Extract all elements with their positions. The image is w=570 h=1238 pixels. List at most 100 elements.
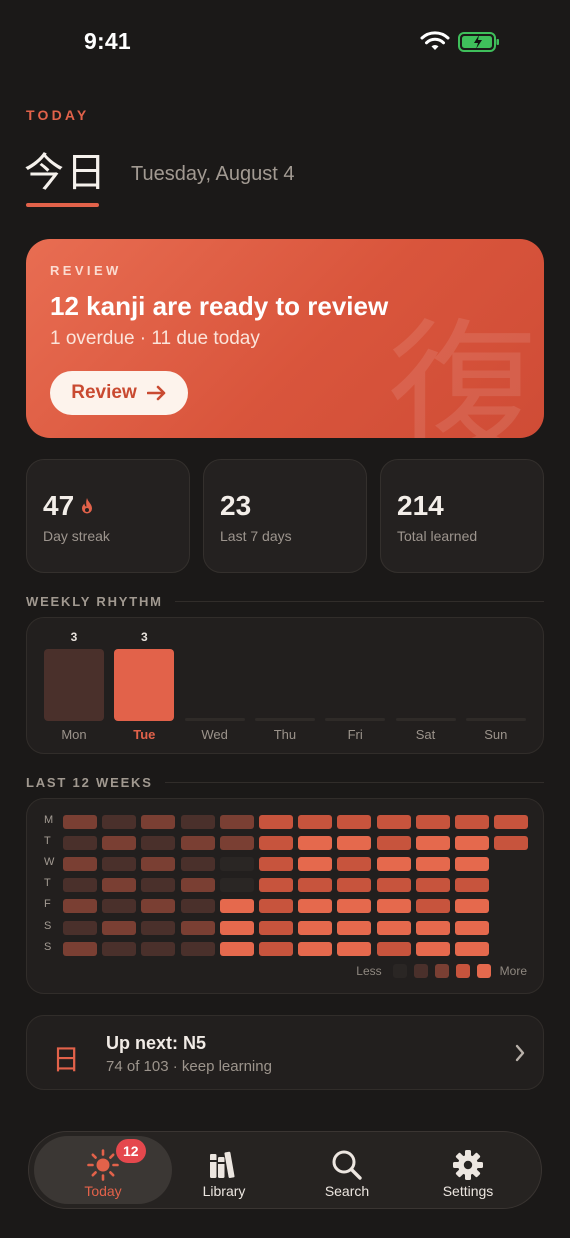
day-label: Sun [484,727,508,742]
day-bar [114,649,175,721]
heatmap-cell [337,857,372,872]
search-icon [332,1150,362,1180]
heatmap-cell [337,836,372,851]
legend-less-label: Less [356,964,382,978]
status-time: 9:41 [84,28,131,54]
heatmap-cell [141,941,176,956]
day-bar [44,649,104,721]
review-card-label: REVIEW [50,263,122,278]
tab-today[interactable]: 12 Today [34,1136,172,1204]
legend-swatch [455,964,470,978]
day-count: 3 [140,630,148,644]
heatmap-cell [102,836,137,851]
heatmap-cell [455,857,489,872]
stat-number: 23 [220,490,252,521]
stat-card-streak: 47 Day streak [26,459,190,573]
heatmap-cell [102,857,137,872]
heatmap-cell [180,836,215,851]
heatmap-cell [63,815,97,829]
heatmap-cell [102,920,137,935]
heatmap-cell [63,836,97,851]
heatmap-cell [455,836,489,851]
tab-label: Settings [442,1183,494,1199]
heatmap-row-label: W [44,856,55,869]
heatmap-cell [298,941,333,956]
heatmap-cell [376,857,411,872]
section-rule [174,601,544,602]
heatmap-cell [180,941,215,956]
heatmap-cell [219,878,254,893]
heatmap-cell [298,899,333,914]
heatmap-row-label: T [44,877,51,890]
heatmap-cell [180,899,215,914]
weekly-rhythm-heading: WEEKLY RHYTHM [26,594,544,609]
heatmap-cell [141,836,176,851]
review-button-label: Review [71,382,137,403]
heatmap-row-label: S [44,940,52,953]
section-heading-text: WEEKLY RHYTHM [26,594,163,609]
stat-label: Total learned [397,528,478,544]
heatmap-cell [63,857,97,872]
heatmap-cell [455,899,489,914]
section-rule [164,782,544,783]
heatmap-cell [219,899,254,914]
heatmap-cell [298,857,333,872]
day-bar-empty [325,718,386,721]
tab-search[interactable]: Search [278,1136,416,1204]
heatmap-cell [141,899,176,914]
heatmap-cell [298,836,333,851]
heatmap-cell [376,878,411,893]
day-column: Sun [465,618,526,755]
review-card[interactable]: 復 REVIEW 12 kanji are ready to review 1 … [26,239,544,438]
heatmap-cell [415,878,450,893]
day-column: 3 Mon [44,618,104,755]
stat-label: Day streak [43,528,110,544]
tab-library[interactable]: Library [155,1136,293,1204]
day-column: Fri [325,618,386,755]
review-button[interactable]: Review [50,371,188,415]
heatmap-cell [63,920,97,935]
heatmap-cell [337,920,372,935]
tab-settings[interactable]: Settings [399,1136,537,1204]
heatmap-cell [63,878,97,893]
battery-icon [458,32,499,52]
heatmap-cell [219,836,254,851]
heatmap-cell [415,920,450,935]
tab-label: Search [324,1183,370,1199]
heatmap-cell [455,920,489,935]
heatmap-cell [376,836,411,851]
heatmap-cell [415,836,450,851]
heatmap-cell [455,815,489,829]
tab-bar: 12 Today Library Search Settings [28,1131,542,1209]
tab-label: Today [84,1183,122,1199]
chevron-right-icon [515,1044,525,1062]
section-eyebrow: TODAY [26,107,90,123]
day-label: Thu [273,727,297,742]
day-column: 3 Tue [114,618,175,755]
heatmap-cell [298,878,333,893]
wifi-icon [420,31,450,50]
heatmap-cell [102,941,137,956]
heatmap-row-label: M [44,814,54,826]
heatmap-cell [376,920,411,935]
heatmap-cell [219,815,254,829]
heatmap-row-label: F [44,898,51,911]
heatmap-cell [337,899,372,914]
heatmap-cell [102,878,137,893]
stat-value: 47 [43,490,94,522]
legend-swatch [413,964,428,978]
heatmap-cell [298,920,333,935]
heatmap-cell [337,878,372,893]
arrow-right-icon [146,385,166,401]
day-count: 3 [70,630,78,644]
section-heading-text: LAST 12 WEEKS [26,775,153,790]
heatmap-cell [180,878,215,893]
heatmap-cell [180,815,215,829]
heatmap-cell [376,899,411,914]
heatmap-cell [494,836,529,851]
up-next-card[interactable]: 日 Up next: N5 74 of 103 · keep learning [26,1015,544,1090]
heatmap-cell [180,857,215,872]
stat-card-last-7-days: 23 Last 7 days [203,459,367,573]
heatmap-cell [63,941,97,956]
day-label: Sat [415,727,436,742]
